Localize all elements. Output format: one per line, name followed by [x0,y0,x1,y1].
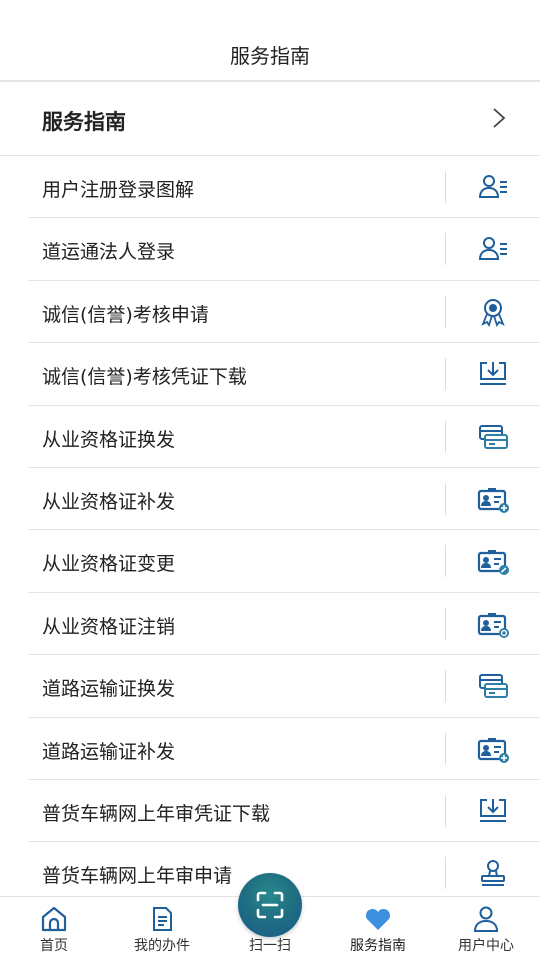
list-item-label: 从业资格证注销 [42,615,176,638]
divider [445,794,446,827]
tab-label: 服务指南 [350,938,406,954]
list-item[interactable]: 普货车辆网上年审凭证下载 [0,780,540,843]
list-item[interactable]: 道路运输证换发 [0,655,540,718]
list-item[interactable]: 道运通法人登录 [0,218,540,282]
divider [445,171,446,203]
divider [445,670,446,703]
chevron-right-icon [493,108,506,128]
tab-label: 首页 [40,938,68,954]
divider [445,295,446,328]
id-card-cancel-icon [476,609,510,639]
tab-my-cases[interactable]: 我的办件 [108,897,216,960]
heart-icon [363,905,393,933]
divider [445,358,446,391]
list-item-label: 普货车辆网上年审凭证下载 [42,802,271,825]
list-item-label: 从业资格证换发 [42,428,176,451]
home-icon [39,905,69,933]
id-card-add-icon [476,484,510,514]
divider [445,420,446,453]
person-list-icon [476,234,510,264]
tab-user-center[interactable]: 用户中心 [432,897,540,960]
list-item-label: 诚信(信誉)考核凭证下载 [42,366,247,389]
guide-list: 用户注册登录图解 道运通法人登录 诚信(信誉)考核申请 诚信(信誉)考核凭证下载… [0,156,540,896]
divider [445,607,446,640]
divider [445,233,446,266]
scan-fab-button[interactable] [238,873,302,937]
download-tray-icon [476,359,510,389]
divider [445,732,446,765]
list-item-label: 道路运输证补发 [42,740,176,763]
download-tray-icon [476,796,510,826]
person-list-icon [476,172,510,202]
id-card-edit-icon [476,546,510,576]
tab-label: 扫一扫 [249,938,291,954]
document-icon [147,905,177,933]
page-title: 服务指南 [230,44,310,68]
service-guide-header-row[interactable]: 服务指南 [0,84,540,156]
list-item-label: 诚信(信誉)考核申请 [42,303,209,326]
list-item[interactable]: 从业资格证变更 [0,530,540,594]
tab-home[interactable]: 首页 [0,897,108,960]
divider [445,857,446,890]
top-bar: 服务指南 [0,0,540,82]
tab-service-guide[interactable]: 服务指南 [324,897,432,960]
award-medal-icon [476,297,510,327]
list-item[interactable]: 从业资格证换发 [0,406,540,469]
tab-label: 我的办件 [134,938,190,954]
list-item-label: 从业资格证变更 [42,553,176,576]
list-item[interactable]: 道路运输证补发 [0,718,540,781]
list-item[interactable]: 诚信(信誉)考核凭证下载 [0,343,540,406]
card-exchange-icon [476,422,510,452]
list-item[interactable]: 诚信(信誉)考核申请 [0,281,540,344]
list-item-label: 从业资格证补发 [42,490,176,513]
scan-icon [256,891,284,919]
list-item[interactable]: 从业资格证补发 [0,468,540,531]
list-item-label: 用户注册登录图解 [42,179,195,201]
section-title: 服务指南 [42,110,126,134]
tab-label: 用户中心 [458,938,514,954]
id-card-add-icon [476,734,510,764]
list-item[interactable]: 从业资格证注销 [0,593,540,656]
list-item[interactable]: 用户注册登录图解 [0,156,540,219]
list-item-label: 道运通法人登录 [42,241,176,264]
list-item-label: 道路运输证换发 [42,678,176,701]
user-icon [471,905,501,933]
card-exchange-icon [476,671,510,701]
list-item-label: 普货车辆网上年审申请 [42,865,233,888]
divider [445,545,446,578]
divider [445,482,446,515]
stamp-icon [476,858,510,888]
